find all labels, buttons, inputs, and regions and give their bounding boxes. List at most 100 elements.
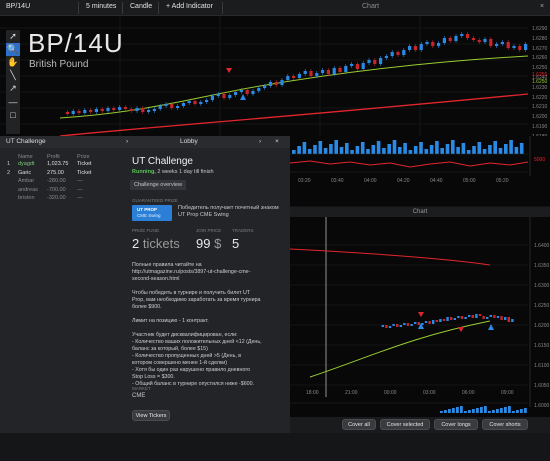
candle-body <box>496 316 500 318</box>
volume-bar <box>493 141 497 154</box>
rectangle-icon[interactable]: □ <box>6 108 20 121</box>
candle-body <box>425 42 429 44</box>
row-prize: Ticket <box>77 161 92 167</box>
hand-icon[interactable]: ✋ <box>6 56 20 69</box>
candle-body <box>135 108 139 111</box>
candle-body <box>129 109 133 111</box>
volume-bar <box>509 140 513 154</box>
candle-body <box>468 315 471 317</box>
candle-body <box>466 34 470 38</box>
candle-body <box>475 314 478 318</box>
candle-body <box>402 50 406 55</box>
add-indicator-button[interactable]: + Add Indicator <box>166 3 213 10</box>
candle-body <box>205 100 209 102</box>
volume-bar <box>512 411 515 413</box>
row-prize: — <box>77 186 83 193</box>
volume-bar <box>444 410 447 413</box>
row-name: Ambar <box>18 178 35 184</box>
candle-body <box>477 40 481 42</box>
volume-bar <box>382 148 386 154</box>
price-tick-label: 1.6210 <box>532 104 548 111</box>
volume-bar <box>313 145 317 154</box>
volume-bar <box>456 407 459 413</box>
cover-all-button[interactable]: Cover all <box>342 419 376 430</box>
volume-bar <box>398 147 402 154</box>
indicator-panels: 03:20 03:40 04:00 04:20 04:40 05:00 05:20 5000 <box>290 136 550 206</box>
volume-bar <box>323 148 328 154</box>
tab-challenge-overview[interactable]: Challenge overview <box>130 180 186 190</box>
arrow-icon[interactable]: ↗ <box>6 82 20 95</box>
candle-body <box>489 39 493 46</box>
volume-bar <box>329 144 333 154</box>
volume-bar <box>492 410 495 413</box>
prize-fund-label: PRIZE FUND <box>132 228 159 233</box>
candle-body <box>152 109 156 111</box>
volume-bar <box>445 144 450 154</box>
price-tick-label: 1.6000 <box>534 403 550 409</box>
volume-bar <box>376 141 381 154</box>
row-prize: — <box>77 178 83 184</box>
volume-bar <box>419 142 423 154</box>
candle-body <box>210 96 214 100</box>
cover-selected-button[interactable]: Cover selected <box>380 419 430 430</box>
close-icon[interactable]: × <box>540 3 544 10</box>
volume-bar <box>514 147 519 154</box>
close-icon[interactable]: × <box>275 138 279 145</box>
candle-body <box>170 104 174 108</box>
symbol-watermark: BP/14U <box>28 28 124 58</box>
time-tick-label: 06:00 <box>462 390 475 396</box>
cover-shorts-button[interactable]: Cover shorts <box>482 419 528 430</box>
status-running: Running, <box>132 169 156 175</box>
time-tick-label: 00:00 <box>384 390 397 396</box>
candle-body <box>457 316 460 318</box>
prize-fund-value: 2 tickets <box>132 236 180 251</box>
candle-body <box>303 71 307 74</box>
line-icon[interactable]: ╲ <box>6 69 20 82</box>
candle-body <box>228 95 232 98</box>
table-row[interactable]: briston -320.00 — <box>4 195 122 204</box>
volume-bar <box>371 145 376 154</box>
candle-body <box>417 322 420 325</box>
candle-body <box>392 324 395 326</box>
time-tick-label: 03:40 <box>331 178 344 184</box>
collapse-left-icon[interactable]: › <box>126 138 128 145</box>
time-tick-label: 18:00 <box>306 390 319 396</box>
expand-right-icon[interactable]: › <box>259 138 261 145</box>
candle-body <box>77 111 81 113</box>
candle-body <box>147 110 151 112</box>
candle-body <box>424 321 428 323</box>
zoom-icon[interactable]: 🔍 <box>6 43 20 56</box>
volume-bar <box>339 147 344 154</box>
view-tickers-button[interactable]: View Tickers <box>132 410 170 421</box>
volume-bar <box>476 408 479 413</box>
secondary-chart[interactable]: 1.6400 1.6350 1.6300 1.6250 1.6200 1.6150 1.61… <box>290 207 550 417</box>
candle-body <box>495 44 499 46</box>
time-tick-label: 03:20 <box>298 178 311 184</box>
position-actions-bar: Cover all Cover selected Cover longs Cov… <box>290 417 550 433</box>
volume-bar <box>334 140 338 154</box>
volume-bar <box>350 150 354 154</box>
symbol-selector[interactable]: BP/14U <box>6 3 30 10</box>
main-chart[interactable]: BP/14U British Pound 1.6290 1.6280 1.6270 1… <box>0 16 550 140</box>
cover-longs-button[interactable]: Cover longs <box>434 419 478 430</box>
timeframe-selector[interactable]: 5 minutes <box>86 3 116 10</box>
volume-bar <box>508 406 511 413</box>
join-price-value: 99 $ <box>196 236 222 251</box>
candle-body <box>286 76 290 80</box>
candle-body <box>234 92 238 95</box>
divider <box>78 2 79 14</box>
price-tick-label: 1.6270 <box>532 45 548 52</box>
candle-body <box>381 325 384 327</box>
candle-body <box>361 63 365 69</box>
candle-body <box>385 325 388 328</box>
cursor-icon[interactable]: ➚ <box>6 30 20 43</box>
candle-body <box>437 43 441 46</box>
candle-body <box>89 110 93 112</box>
candle-body <box>403 323 406 325</box>
volume-bar <box>413 146 418 154</box>
horizontal-line-icon[interactable]: — <box>6 95 20 108</box>
volume-bar <box>472 146 476 154</box>
volume-bar <box>292 150 296 154</box>
col-profit-header: Profit <box>47 154 60 160</box>
chart-type-selector[interactable]: Candle <box>130 3 152 10</box>
